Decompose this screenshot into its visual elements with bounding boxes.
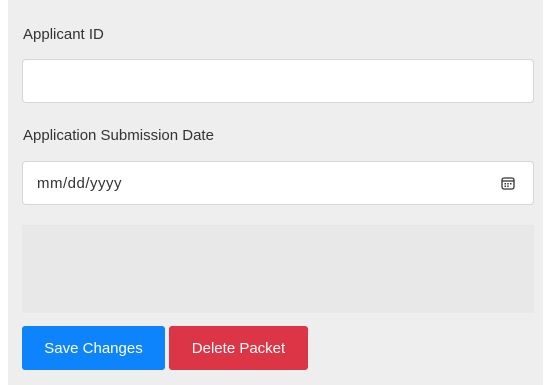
empty-content-area (22, 225, 534, 313)
submission-date-input[interactable]: mm/dd/yyyy (22, 161, 534, 205)
packet-form-panel: Applicant ID Application Submission Date… (8, 0, 543, 385)
submission-date-label: Application Submission Date (23, 127, 214, 144)
delete-packet-button[interactable]: Delete Packet (169, 326, 308, 370)
applicant-id-input[interactable] (22, 59, 534, 103)
save-changes-button[interactable]: Save Changes (22, 326, 165, 370)
calendar-icon[interactable] (501, 176, 515, 190)
applicant-id-label: Applicant ID (23, 26, 104, 43)
submission-date-placeholder: mm/dd/yyyy (37, 175, 123, 192)
